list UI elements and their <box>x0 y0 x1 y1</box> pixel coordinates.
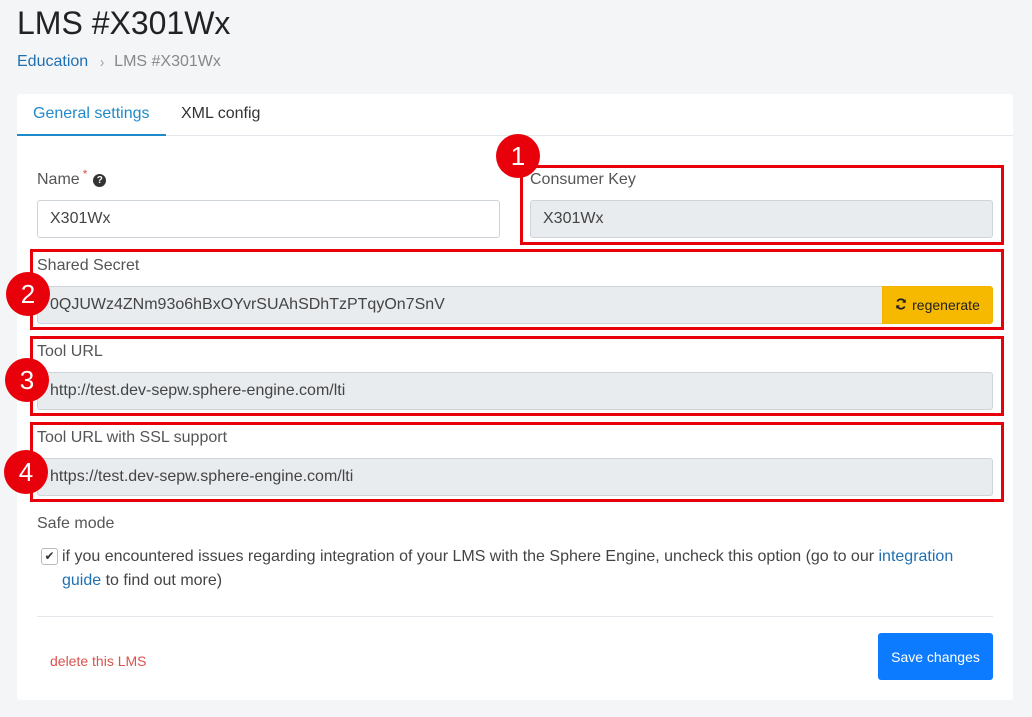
annotation-badge-2: 2 <box>6 272 50 316</box>
tool-url-ssl-label: Tool URL with SSL support <box>37 429 228 446</box>
regenerate-label: regenerate <box>912 297 980 313</box>
safe-mode-text-end: to find out more) <box>101 572 223 589</box>
breadcrumb-education-link[interactable]: Education <box>17 52 88 72</box>
name-label: Name *? <box>37 167 107 190</box>
safe-mode-description: if you encountered issues regarding inte… <box>62 545 982 593</box>
delete-lms-link[interactable]: delete this LMS <box>50 653 147 669</box>
page-title: LMS #X301Wx <box>17 5 231 41</box>
footer-divider <box>37 616 993 617</box>
sync-icon <box>895 297 907 313</box>
tool-url-label: Tool URL <box>37 343 103 360</box>
consumer-key-label: Consumer Key <box>530 171 636 188</box>
regenerate-button[interactable]: regenerate <box>882 286 993 324</box>
consumer-key-input[interactable] <box>530 200 993 238</box>
annotation-badge-4: 4 <box>4 450 48 494</box>
safe-mode-checkbox[interactable]: ✔ <box>41 548 58 565</box>
question-circle-icon[interactable]: ? <box>93 174 107 187</box>
shared-secret-label: Shared Secret <box>37 257 140 274</box>
annotation-badge-1: 1 <box>496 134 540 178</box>
breadcrumb-current: LMS #X301Wx <box>114 53 221 70</box>
settings-card: General settings XML config Name*? Consu… <box>17 94 1013 700</box>
shared-secret-input[interactable] <box>37 286 883 324</box>
tool-url-input[interactable] <box>37 372 993 410</box>
chevron-right-icon: › <box>100 53 105 71</box>
breadcrumb: Education › LMS #X301Wx <box>17 52 221 72</box>
tab-bar: General settings XML config <box>17 94 1013 136</box>
tool-url-ssl-input[interactable] <box>37 458 993 496</box>
save-changes-button[interactable]: Save changes <box>878 633 993 680</box>
name-input[interactable] <box>37 200 500 238</box>
required-asterisk: * <box>82 167 88 181</box>
safe-mode-text: if you encountered issues regarding inte… <box>62 548 879 565</box>
name-label-text: Name <box>37 171 80 188</box>
safe-mode-label: Safe mode <box>37 515 115 532</box>
tab-xml-config[interactable]: XML config <box>165 94 276 134</box>
tab-general-settings[interactable]: General settings <box>17 94 166 136</box>
annotation-badge-3: 3 <box>5 358 49 402</box>
